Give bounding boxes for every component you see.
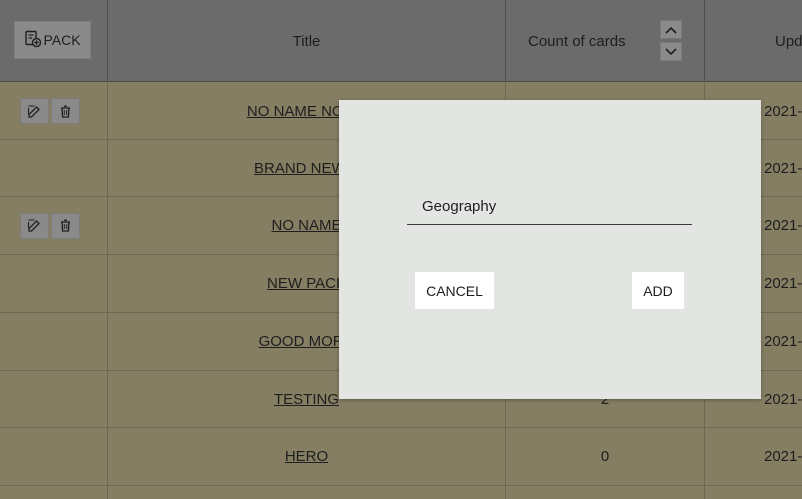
add-pack-modal: CANCEL ADD — [339, 100, 761, 399]
packs-page: Title Count of cards Upd PACK NO NAME NO… — [0, 0, 802, 499]
pack-name-field — [407, 193, 692, 225]
cancel-button[interactable]: CANCEL — [415, 272, 494, 309]
pack-name-input[interactable] — [407, 193, 692, 224]
add-button[interactable]: ADD — [632, 272, 684, 309]
